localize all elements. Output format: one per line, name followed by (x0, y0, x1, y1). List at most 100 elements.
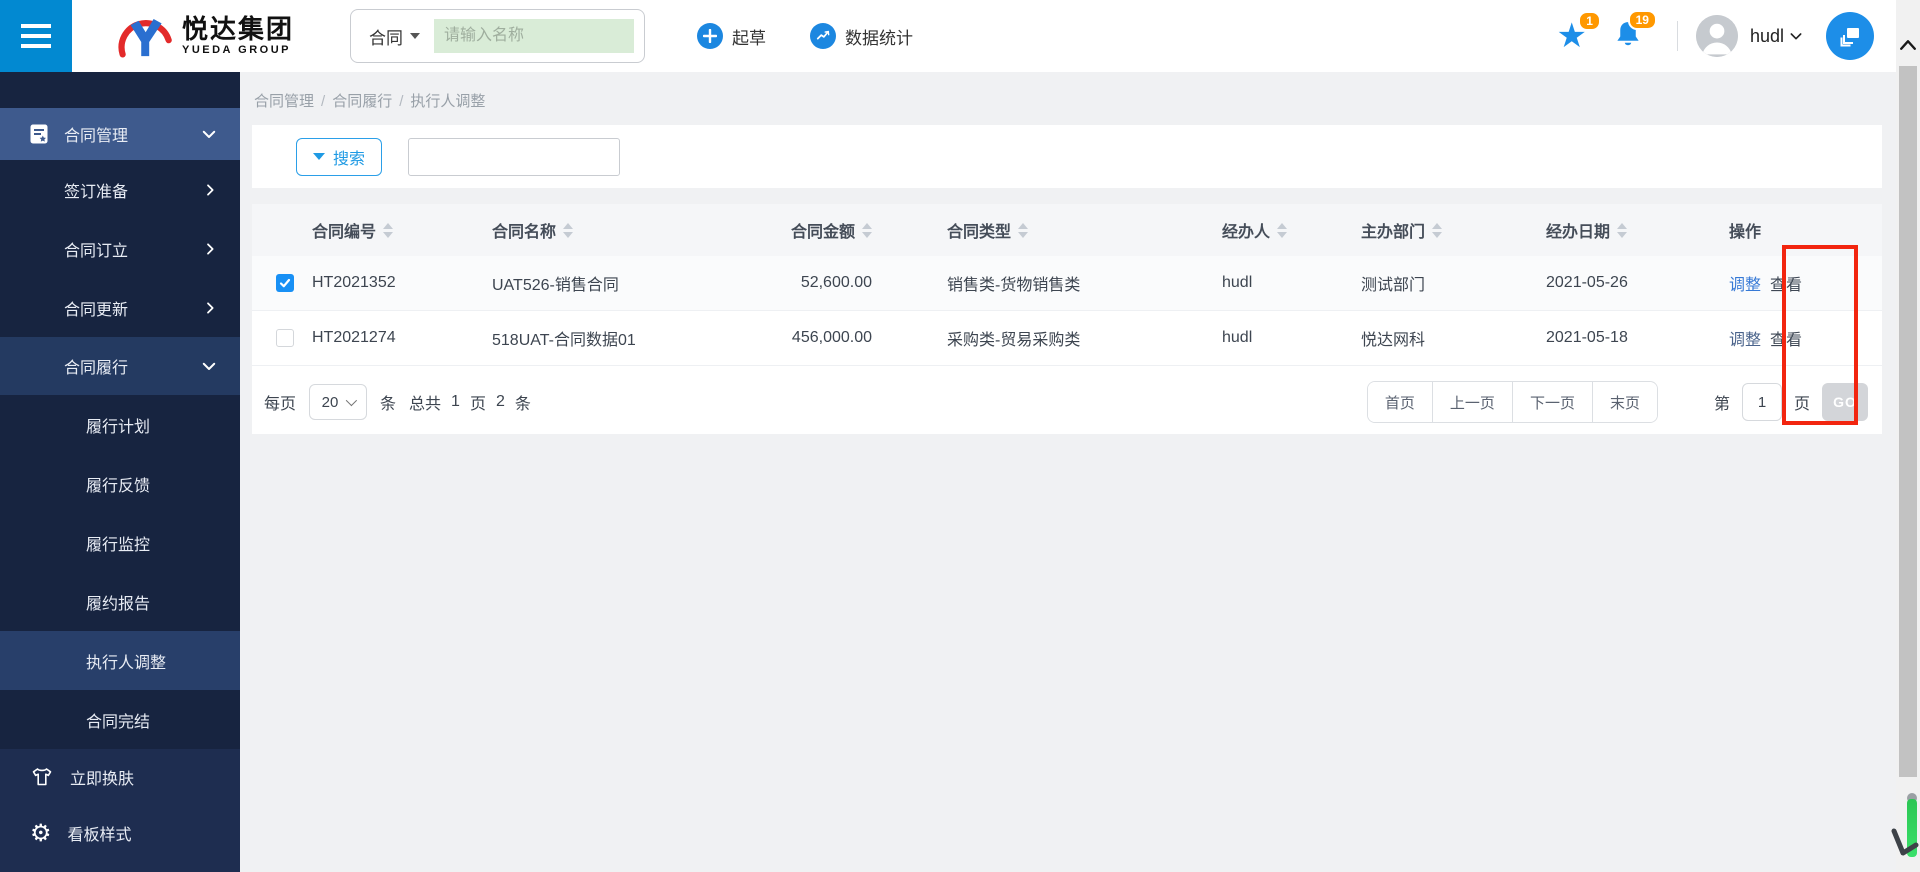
cell-date: 2021-05-26 (1546, 274, 1628, 291)
cell-handler: hudl (1222, 274, 1253, 291)
go-button[interactable]: GO (1822, 383, 1868, 421)
chevron-right-icon (202, 241, 218, 257)
sort-icon[interactable] (1432, 222, 1443, 238)
chevron-down-icon (200, 125, 218, 143)
filter-input[interactable] (408, 137, 621, 176)
total-items: 2 (495, 393, 505, 410)
breadcrumb-item-current: 执行人调整 (410, 93, 486, 110)
prev-page-button[interactable]: 上一页 (1431, 382, 1512, 422)
tshirt-icon (30, 765, 54, 789)
cell-contract-type: 销售类-货物销售类 (947, 277, 1081, 294)
notifications-button[interactable]: 19 (1613, 9, 1657, 55)
sidebar-item-change-skin[interactable]: 立即换肤 (0, 749, 240, 805)
draft-button[interactable]: 起草 (697, 23, 766, 49)
sidebar-item-contract-completion[interactable]: 合同完结 (0, 690, 240, 749)
user-avatar[interactable] (1695, 15, 1738, 57)
scrollbar-up-arrow[interactable] (1896, 30, 1920, 60)
cell-contract-type: 采购类-贸易采购类 (947, 332, 1081, 349)
sidebar-item-executor-adjustment[interactable]: 执行人调整 (0, 631, 240, 690)
per-page-suffix: 条 (380, 396, 397, 413)
sort-icon[interactable] (1277, 222, 1288, 238)
scrollbar-thumb[interactable] (1899, 66, 1917, 777)
adjust-link[interactable]: 调整 (1729, 326, 1761, 350)
sort-icon[interactable] (1617, 222, 1628, 238)
column-header-department[interactable]: 主办部门 (1361, 218, 1546, 242)
cell-contract-name: UAT526-销售合同 (492, 277, 619, 294)
cell-contract-amount: 456,000.00 (791, 329, 872, 346)
column-header-contract-name[interactable]: 合同名称 (492, 218, 752, 242)
per-page-prefix: 每页 (264, 396, 297, 413)
sort-icon[interactable] (862, 222, 872, 238)
first-page-button[interactable]: 首页 (1367, 382, 1432, 422)
next-page-button[interactable]: 下一页 (1511, 382, 1592, 422)
pagination-bar: 每页 20 条 总共 1 页 2 条 首页 上一页 下一页 末页 第 1 页 G… (252, 370, 1882, 434)
search-button[interactable]: 搜索 (296, 137, 383, 176)
favorites-badge: 1 (1578, 11, 1601, 31)
per-page-select[interactable]: 20 (309, 384, 368, 420)
logo-text-cn: 悦达集团 (182, 14, 295, 44)
breadcrumb-item[interactable]: 合同管理 (254, 93, 314, 110)
breadcrumb-item[interactable]: 合同履行 (332, 93, 392, 110)
sidebar-item-contract-management[interactable]: 合同管理 (0, 108, 240, 160)
column-header-operations: 操作 (1729, 224, 1762, 241)
sort-icon[interactable] (563, 222, 574, 238)
company-logo: 悦达集团 YUEDA GROUP (112, 8, 294, 65)
sidebar-item-contract-conclusion[interactable]: 合同订立 (0, 219, 240, 278)
sidebar-item-board-style[interactable]: ⚙ 看板样式 (0, 805, 240, 861)
user-menu[interactable]: hudl (1750, 26, 1804, 47)
data-statistics-button[interactable]: 数据统计 (810, 23, 913, 49)
gear-icon: ⚙ (30, 819, 52, 847)
table-header-row: 合同编号 合同名称 合同金额 合同类型 经办人 主办部门 经办日期 操作 (252, 204, 1882, 256)
cell-contract-name: 518UAT-合同数据01 (492, 332, 636, 349)
total-summary: 总共 1 页 2 条 (409, 393, 531, 413)
page-number-input[interactable]: 1 (1741, 383, 1782, 421)
view-link[interactable]: 查看 (1770, 326, 1802, 350)
sidebar-item-performance-report[interactable]: 履约报告 (0, 572, 240, 631)
column-header-contract-code[interactable]: 合同编号 (312, 218, 492, 242)
view-link[interactable]: 查看 (1770, 271, 1802, 295)
global-search-input[interactable] (434, 19, 635, 53)
logo-swoosh-icon (112, 8, 174, 65)
favorites-button[interactable]: ★ 1 (1556, 11, 1601, 53)
chevron-down-icon (346, 394, 358, 407)
column-header-contract-amount[interactable]: 合同金额 (752, 218, 872, 242)
sidebar-item-contract-update[interactable]: 合同更新 (0, 278, 240, 337)
last-page-button[interactable]: 末页 (1591, 382, 1657, 422)
table-row: HT2021352 UAT526-销售合同 52,600.00 销售类-货物销售… (252, 256, 1882, 311)
hamburger-menu-button[interactable] (0, 0, 72, 72)
notifications-badge: 19 (1627, 9, 1657, 30)
sort-icon[interactable] (383, 222, 394, 238)
sidebar-item-contract-performance[interactable]: 合同履行 (0, 337, 240, 395)
column-header-contract-type[interactable]: 合同类型 (872, 218, 1222, 242)
row-checkbox-checked[interactable] (276, 274, 294, 292)
layers-icon (1840, 28, 1859, 47)
sidebar-item-performance-monitoring[interactable]: 履行监控 (0, 513, 240, 572)
scrollbar[interactable] (1896, 0, 1920, 872)
sort-icon[interactable] (1018, 222, 1029, 238)
top-header: 悦达集团 YUEDA GROUP 合同 起草 数据统计 ★ (0, 0, 1896, 72)
cell-handler: hudl (1222, 329, 1253, 346)
sidebar-item-performance-plan[interactable]: 履行计划 (0, 395, 240, 454)
column-header-date[interactable]: 经办日期 (1546, 218, 1729, 242)
table-row: HT2021274 518UAT-合同数据01 456,000.00 采购类-贸… (252, 311, 1882, 366)
workspace-switcher-button[interactable] (1826, 12, 1874, 60)
sidebar-item-performance-feedback[interactable]: 履行反馈 (0, 454, 240, 513)
cell-contract-amount: 52,600.00 (800, 274, 872, 291)
global-search: 合同 (350, 9, 646, 63)
contract-doc-icon (28, 123, 50, 145)
pagination-buttons: 首页 上一页 下一页 末页 (1366, 381, 1658, 423)
total-pages: 1 (451, 393, 460, 410)
cell-contract-code: HT2021352 (312, 274, 396, 291)
adjust-link[interactable]: 调整 (1729, 271, 1761, 295)
row-checkbox-unchecked[interactable] (276, 329, 294, 347)
logo-text-en: YUEDA GROUP (182, 44, 291, 56)
search-category-dropdown[interactable]: 合同 (361, 24, 434, 49)
column-header-handler[interactable]: 经办人 (1222, 218, 1361, 242)
contract-management-app: 悦达集团 YUEDA GROUP 合同 起草 数据统计 ★ (0, 0, 1920, 872)
jump-suffix: 页 (1793, 396, 1810, 413)
contracts-table: 合同编号 合同名称 合同金额 合同类型 经办人 主办部门 经办日期 操作 HT2… (252, 204, 1882, 370)
jump-prefix: 第 (1713, 396, 1730, 413)
chevron-right-icon (202, 300, 218, 316)
sidebar-item-signing-preparation[interactable]: 签订准备 (0, 160, 240, 219)
chart-circle-icon (810, 23, 837, 49)
